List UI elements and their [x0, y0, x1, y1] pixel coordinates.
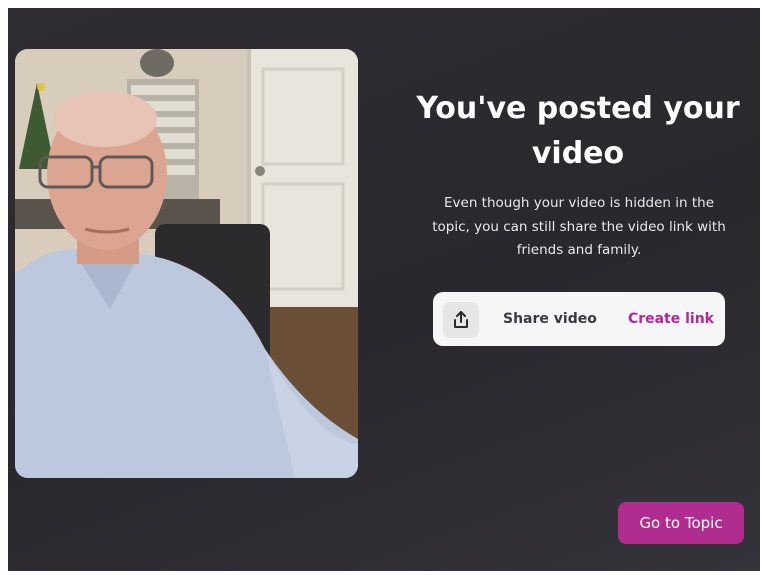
go-to-topic-button[interactable]: Go to Topic	[618, 502, 744, 544]
video-preview[interactable]	[15, 49, 358, 478]
create-link-button[interactable]: Create link	[628, 292, 714, 346]
share-upload-icon[interactable]	[443, 302, 479, 338]
share-upload-icon-glyph	[454, 311, 468, 328]
video-posted-screen: You've posted your video Even though you…	[8, 8, 760, 571]
page-title: You've posted your video	[416, 91, 740, 171]
video-thumbnail	[15, 49, 358, 478]
share-video-label: Share video	[503, 311, 597, 327]
share-video-card: Share video Create link	[433, 292, 725, 346]
posted-description: Even though your video is hidden in the …	[432, 195, 726, 258]
